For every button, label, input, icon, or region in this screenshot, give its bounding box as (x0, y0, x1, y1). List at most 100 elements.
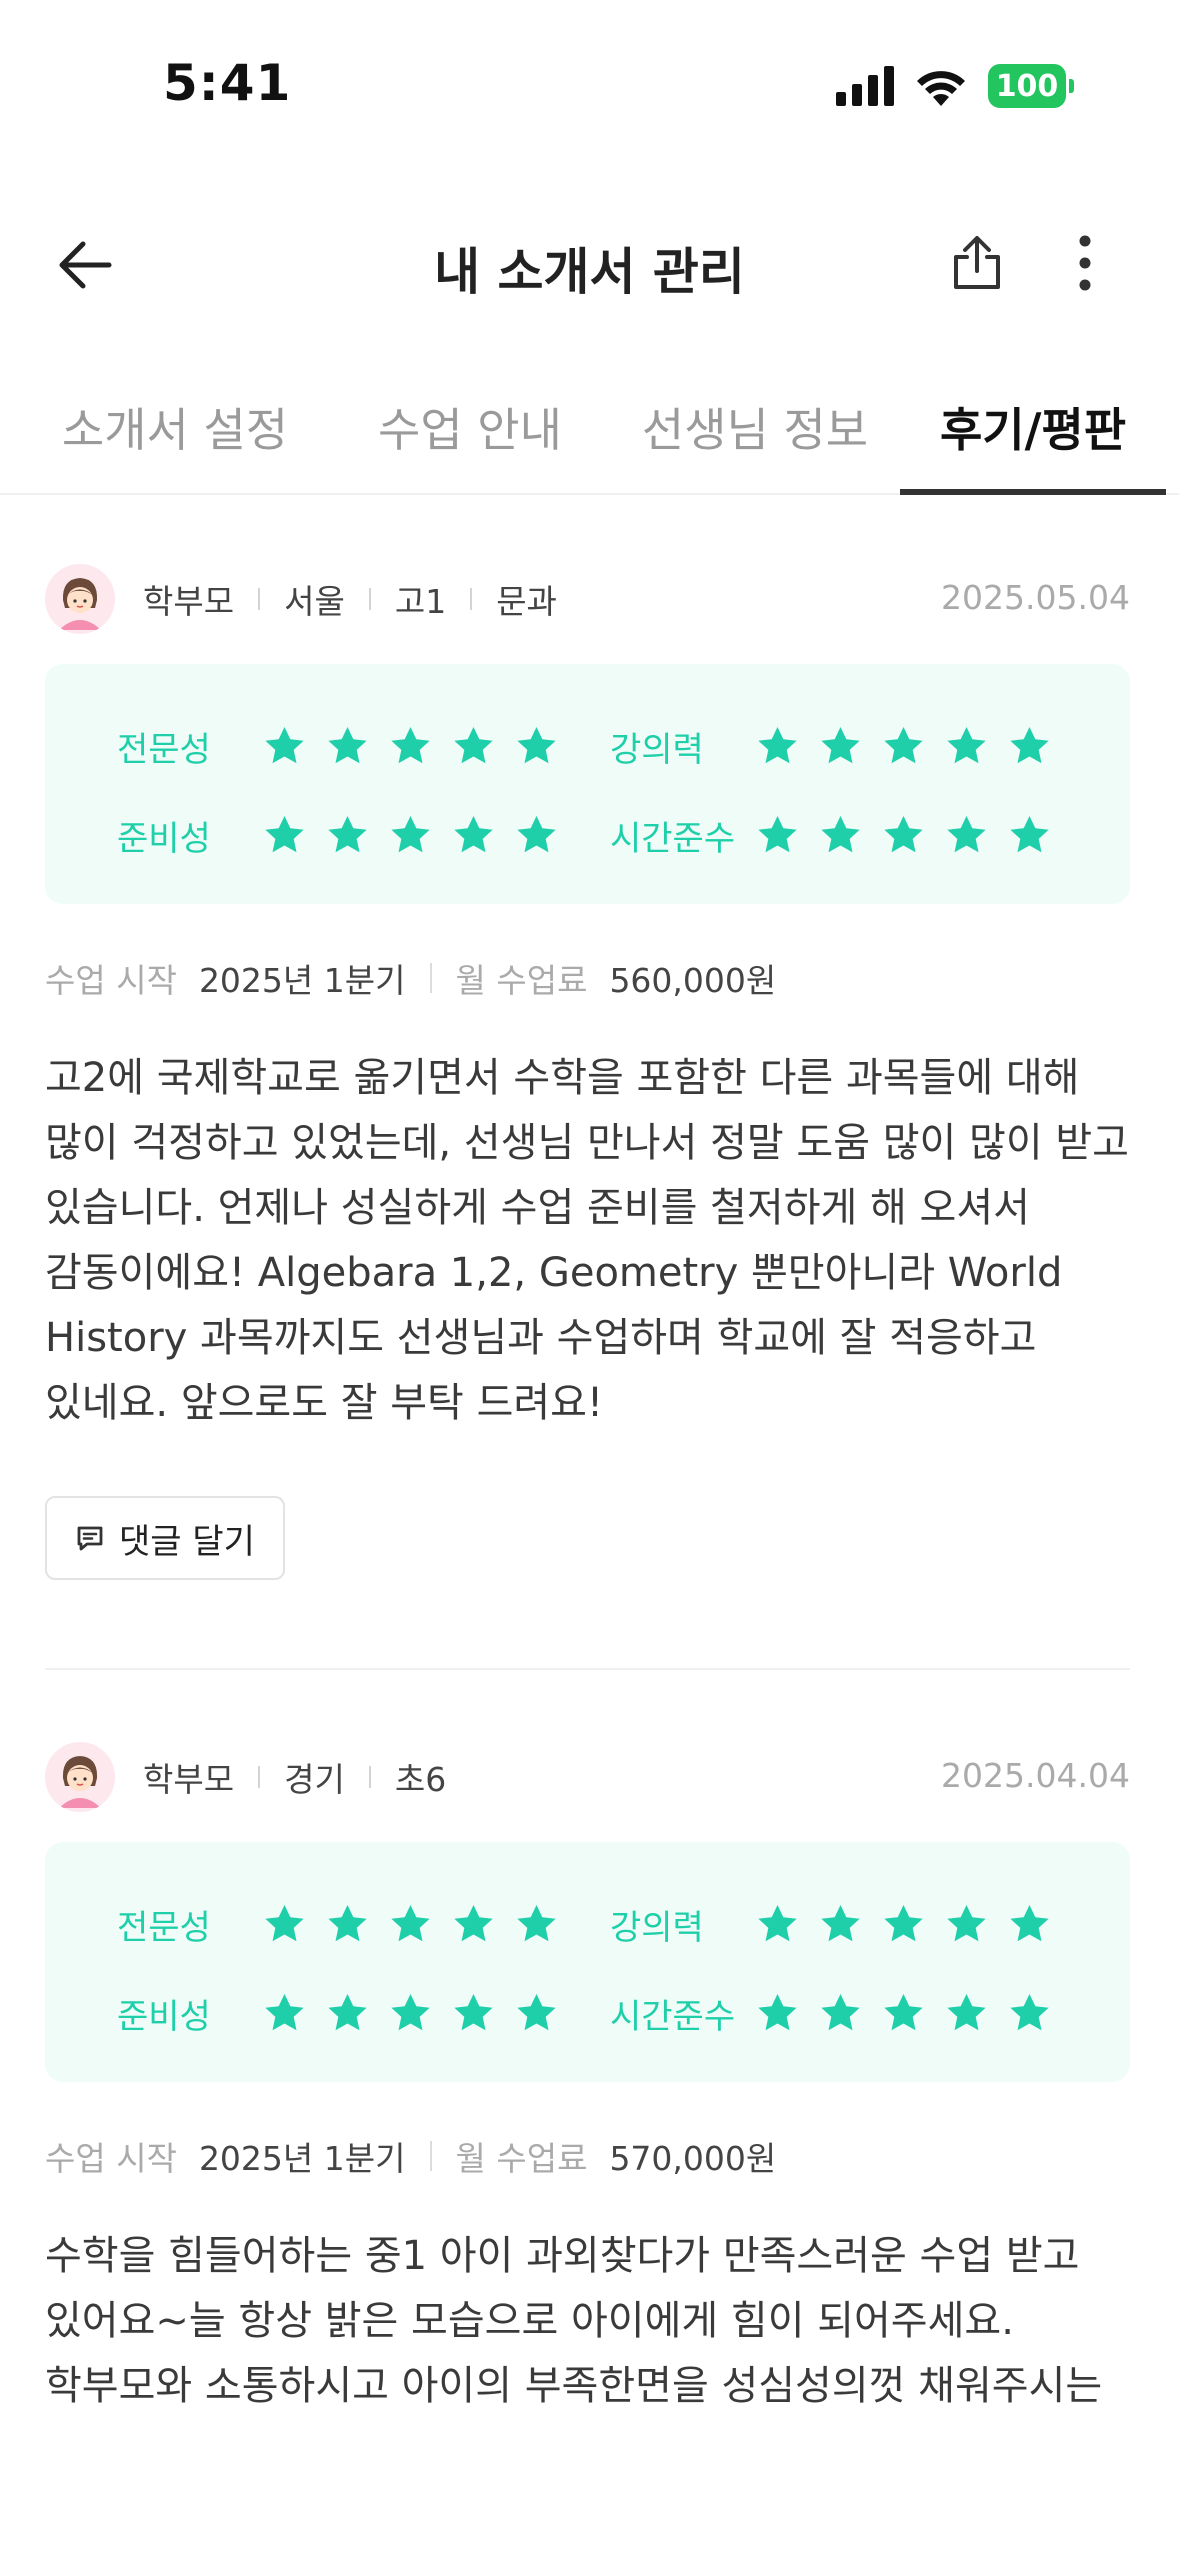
status-time: 5:41 (163, 54, 292, 112)
lesson-info: 수업 시작 2025년 1분기 월 수업료 560,000원 (45, 954, 1130, 1002)
star-rating (755, 813, 1052, 858)
star-icon (1010, 1994, 1049, 2031)
star-icon (947, 727, 986, 764)
cellular-signal-icon (836, 66, 894, 106)
star-icon (265, 1905, 304, 1942)
reviewer-meta: 학부모 경기 초6 (143, 1753, 446, 1801)
star-icon (1010, 1905, 1049, 1942)
review-date: 2025.05.04 (941, 578, 1130, 617)
rating-row: 시간준수 (610, 811, 1052, 860)
rating-label: 전문성 (117, 1908, 211, 1948)
star-icon (821, 1905, 860, 1942)
student-grade: 고1 (394, 582, 447, 621)
ratings-panel: 전문성 강의력 준비성 시간준수 (45, 1842, 1130, 2082)
star-rating (755, 1991, 1052, 2036)
comment-button[interactable]: 댓글 달기 (45, 1496, 285, 1580)
student-grade: 초6 (394, 1760, 447, 1799)
rating-label: 강의력 (610, 1908, 704, 1948)
star-icon (758, 1905, 797, 1942)
review-text: 수학을 힘들어하는 중1 아이 과외찾다가 만족스러운 수업 받고 있어요~늘 … (45, 2233, 1103, 2409)
star-icon (454, 1905, 493, 1942)
lesson-start-label: 수업 시작 (45, 2139, 177, 2178)
star-icon (758, 1994, 797, 2031)
star-icon (391, 816, 430, 853)
star-icon (454, 1994, 493, 2031)
star-icon (821, 727, 860, 764)
rating-row: 전문성 (117, 1900, 559, 1949)
active-tab-indicator (900, 489, 1166, 495)
review-card: 학부모 서울 고1 문과 2025.05.04 전문성 강의력 준비성 시간준수… (45, 562, 1130, 1580)
rating-row: 전문성 (117, 722, 559, 771)
wifi-icon (917, 71, 965, 106)
star-icon (884, 816, 923, 853)
rating-label: 시간준수 (610, 1997, 736, 2037)
monthly-fee-value: 560,000원 (609, 961, 777, 1000)
lesson-info: 수업 시작 2025년 1분기 월 수업료 570,000원 (45, 2132, 1130, 2180)
avatar (45, 564, 115, 634)
app-header: 내 소개서 관리 (0, 190, 1179, 340)
review-date: 2025.04.04 (941, 1756, 1130, 1795)
share-icon (954, 236, 1000, 289)
reviewer-type: 학부모 (143, 582, 235, 621)
star-icon (947, 1905, 986, 1942)
star-rating (755, 724, 1052, 769)
star-icon (1010, 816, 1049, 853)
star-icon (328, 1994, 367, 2031)
avatar (45, 1742, 115, 1812)
more-vertical-icon (1079, 235, 1091, 291)
comment-button-label: 댓글 달기 (119, 1521, 255, 1562)
battery-icon: 100 (988, 64, 1074, 108)
parent-avatar-icon (45, 1742, 115, 1812)
star-icon (884, 1905, 923, 1942)
star-icon (265, 727, 304, 764)
rating-label: 준비성 (117, 1997, 211, 2037)
star-icon (517, 1994, 556, 2031)
star-rating (262, 1902, 559, 1947)
review-header: 학부모 서울 고1 문과 2025.05.04 (45, 562, 1130, 636)
star-icon (265, 816, 304, 853)
scroll-clip (0, 2440, 1179, 2556)
star-rating (262, 1991, 559, 2036)
tab-intro-settings[interactable]: 소개서 설정 (40, 380, 310, 493)
star-icon (517, 816, 556, 853)
star-icon (947, 1994, 986, 2031)
lesson-start-value: 2025년 1분기 (198, 961, 406, 1000)
star-icon (947, 816, 986, 853)
tab-class-info[interactable]: 수업 안내 (340, 380, 600, 493)
star-icon (328, 1905, 367, 1942)
star-icon (265, 1994, 304, 2031)
star-icon (758, 816, 797, 853)
rating-label: 시간준수 (610, 819, 736, 859)
rating-label: 강의력 (610, 730, 704, 770)
tab-teacher-info[interactable]: 선생님 정보 (620, 380, 890, 493)
review-header: 학부모 경기 초6 2025.04.04 (45, 1740, 1130, 1814)
rating-label: 전문성 (117, 730, 211, 770)
review-card: 학부모 경기 초6 2025.04.04 전문성 강의력 준비성 시간준수 수업… (45, 1740, 1130, 2419)
rating-row: 시간준수 (610, 1989, 1052, 2038)
star-icon (328, 816, 367, 853)
star-icon (1010, 727, 1049, 764)
status-icons: 100 (836, 64, 1074, 108)
share-button[interactable] (942, 228, 1012, 298)
student-track: 문과 (496, 582, 557, 621)
star-rating (262, 813, 559, 858)
rating-row: 강의력 (610, 1900, 1052, 1949)
reviewer-meta: 학부모 서울 고1 문과 (143, 575, 557, 623)
divider (45, 1668, 1130, 1670)
monthly-fee-value: 570,000원 (609, 2139, 777, 2178)
more-button[interactable] (1050, 228, 1120, 298)
lesson-start-label: 수업 시작 (45, 961, 177, 1000)
battery-level: 100 (988, 64, 1066, 108)
rating-row: 준비성 (117, 811, 559, 860)
comment-icon (77, 1526, 103, 1551)
star-rating (755, 1902, 1052, 1947)
star-icon (821, 816, 860, 853)
reviewer-type: 학부모 (143, 1760, 235, 1799)
star-icon (884, 727, 923, 764)
reviewer-region: 경기 (284, 1760, 345, 1799)
rating-label: 준비성 (117, 819, 211, 859)
star-icon (517, 727, 556, 764)
tab-reviews[interactable]: 후기/평판 (900, 380, 1166, 493)
star-rating (262, 724, 559, 769)
rating-row: 강의력 (610, 722, 1052, 771)
